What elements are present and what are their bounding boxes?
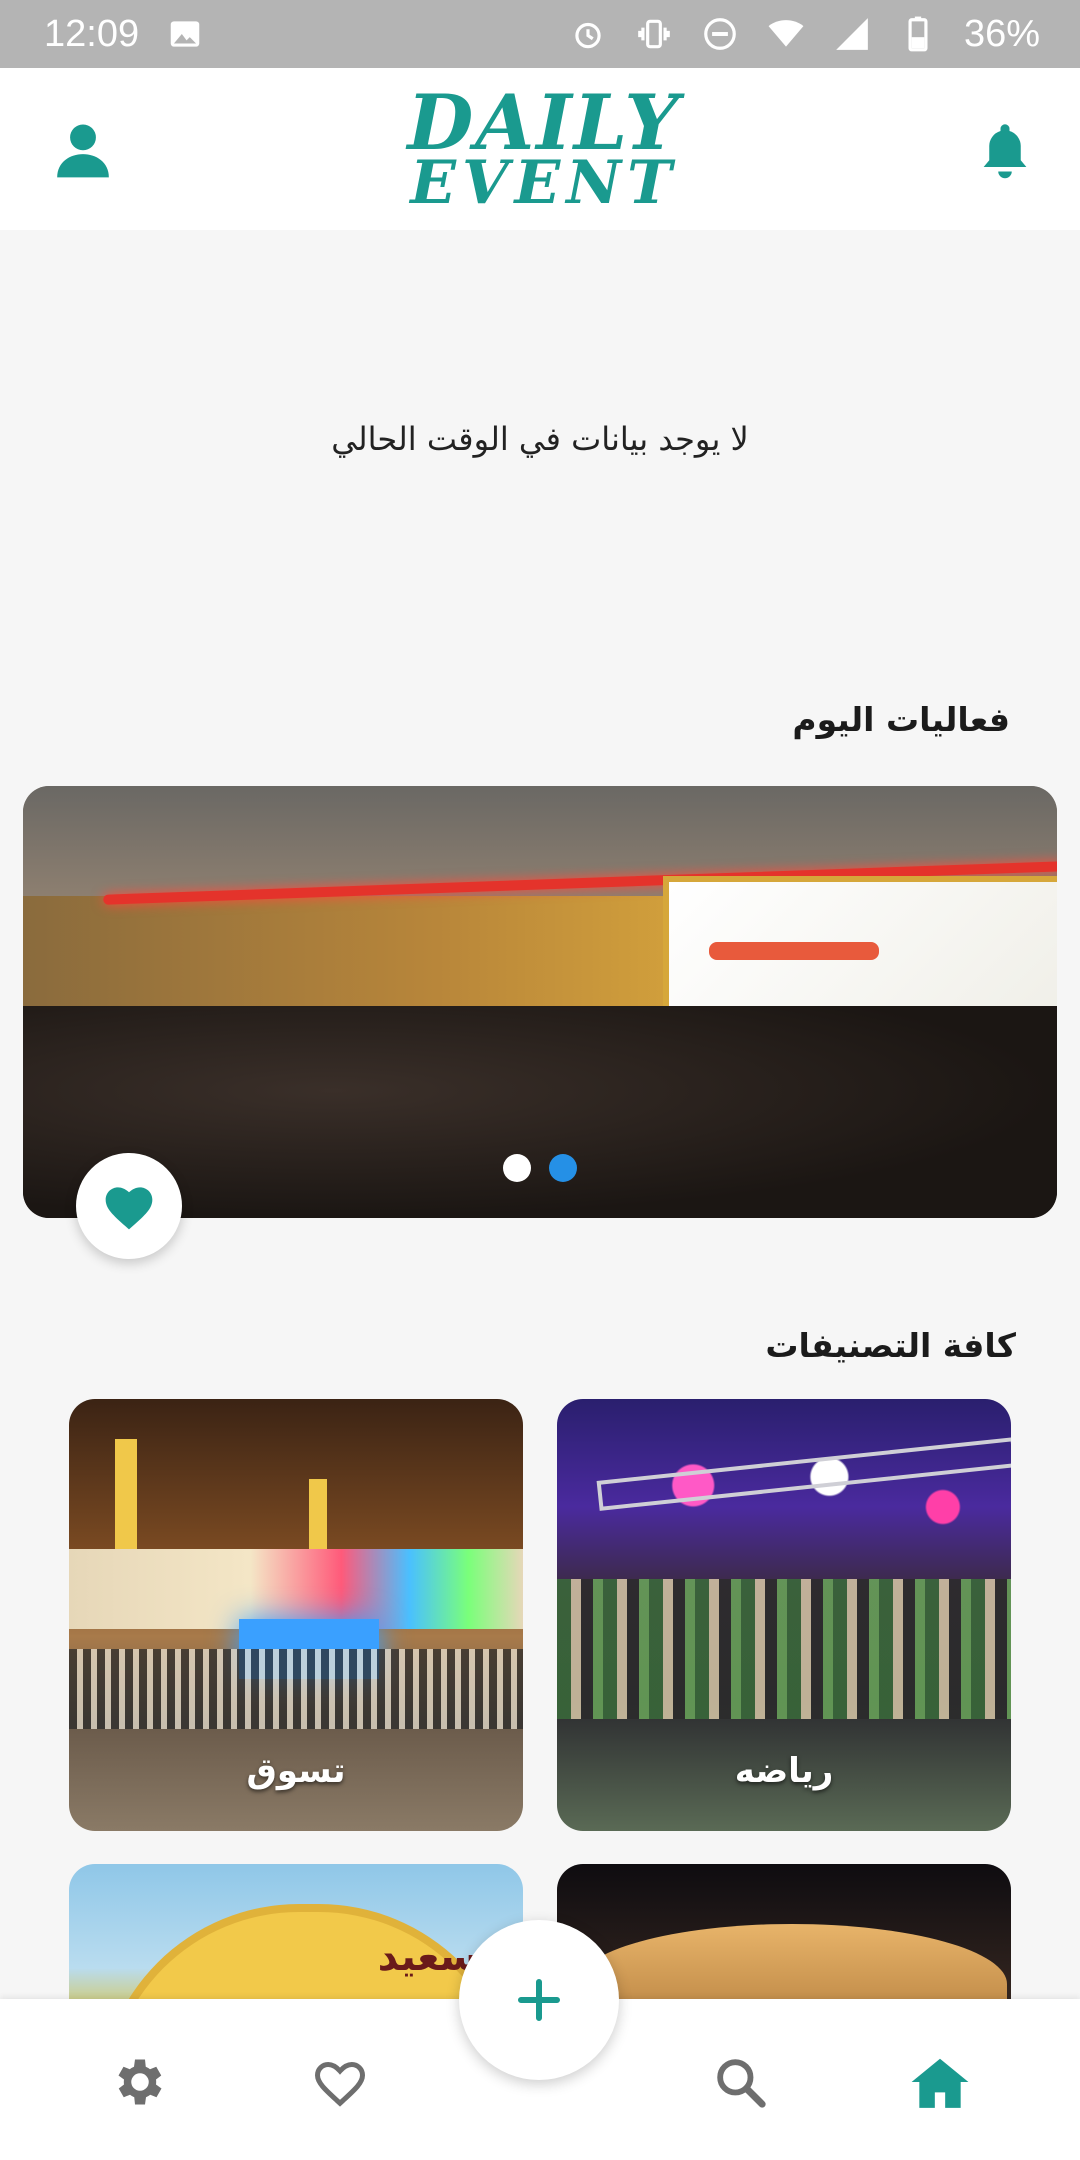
profile-button[interactable] xyxy=(48,114,118,184)
category-image-crowd xyxy=(557,1579,1011,1719)
search-icon xyxy=(717,2059,766,2108)
category-label: تسوق xyxy=(246,1751,346,1791)
carousel-indicator xyxy=(23,1154,1057,1182)
battery-percent: 36% xyxy=(963,12,1040,55)
app-logo: DAILY EVENT xyxy=(407,85,680,218)
all-categories-title: كافة التصنيفات xyxy=(765,1326,1016,1365)
status-time: 12:09 xyxy=(44,12,140,55)
nav-settings[interactable] xyxy=(105,2047,175,2117)
banner-image-screen xyxy=(663,876,1057,1026)
carousel-dot-1[interactable] xyxy=(503,1154,531,1182)
signal-icon xyxy=(832,14,872,54)
nav-favorites[interactable] xyxy=(305,2047,375,2117)
category-card-sport[interactable]: رياضه xyxy=(557,1399,1011,1831)
category-label: رياضه xyxy=(734,1751,834,1791)
logo-line-2: EVENT xyxy=(410,148,678,218)
vibrate-icon xyxy=(634,14,674,54)
home-icon xyxy=(911,2058,969,2108)
category-image-crowd xyxy=(69,1649,523,1729)
profile-icon xyxy=(57,124,109,178)
category-card-shopping[interactable]: تسوق xyxy=(69,1399,523,1831)
category-image-truss xyxy=(596,1437,1011,1511)
image-icon xyxy=(165,14,205,54)
alarm-icon xyxy=(568,14,608,54)
dnd-icon xyxy=(700,14,740,54)
nav-search[interactable] xyxy=(705,2047,775,2117)
carousel-dot-2[interactable] xyxy=(549,1154,577,1182)
add-icon xyxy=(518,1979,560,2021)
bell-icon xyxy=(983,124,1027,179)
battery-icon xyxy=(898,14,938,54)
notifications-button[interactable] xyxy=(970,114,1040,184)
wifi-icon xyxy=(766,14,806,54)
heart-icon xyxy=(105,1187,153,1230)
heart-outline-icon xyxy=(314,2061,366,2107)
app-bar: DAILY EVENT xyxy=(0,68,1080,230)
events-carousel[interactable] xyxy=(23,786,1057,1218)
today-events-title: فعاليات اليوم xyxy=(792,700,1010,739)
status-bar: 12:09 36% xyxy=(0,0,1080,68)
category-image-sign-text: سعيد xyxy=(377,1934,479,1980)
empty-state-message: لا يوجد بيانات في الوقت الحالي xyxy=(331,420,749,458)
nav-home[interactable] xyxy=(905,2047,975,2117)
settings-icon xyxy=(118,2059,162,2105)
add-event-button[interactable] xyxy=(459,1920,619,2080)
category-image-building xyxy=(69,1549,523,1629)
favorite-button[interactable] xyxy=(76,1153,182,1259)
